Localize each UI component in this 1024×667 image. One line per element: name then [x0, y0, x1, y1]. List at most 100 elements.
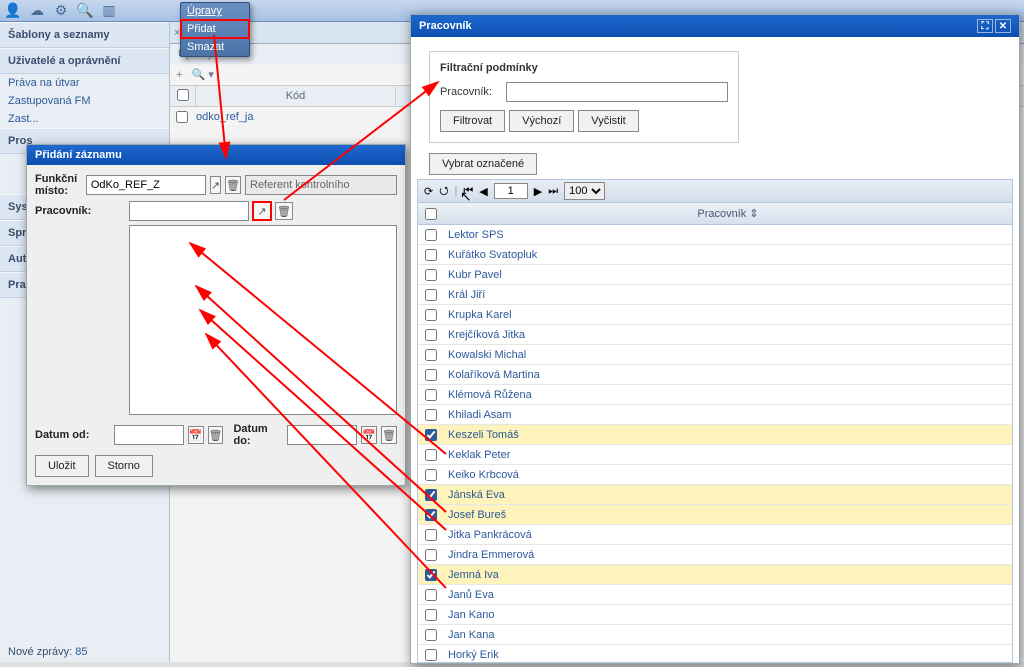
table-row[interactable]: Jánská Eva	[418, 485, 1012, 505]
refresh-icon[interactable]: ⟳	[424, 185, 433, 198]
table-row[interactable]: Krejčíková Jitka	[418, 325, 1012, 345]
table-row[interactable]: Khiladi Asam	[418, 405, 1012, 425]
row-checkbox[interactable]	[425, 589, 437, 601]
first-page-icon[interactable]: ⏮	[463, 185, 473, 198]
table-row[interactable]: Jan Kano	[418, 605, 1012, 625]
clear-pracovnik-icon[interactable]: 🗑	[275, 202, 293, 220]
btn-vychozi[interactable]: Výchozí	[509, 110, 574, 132]
row-checkbox[interactable]	[425, 529, 437, 541]
row-name[interactable]: Keiko Krbcová	[444, 469, 1012, 481]
sidebar-item-prava[interactable]: Práva na útvar	[0, 74, 169, 92]
row-checkbox[interactable]	[425, 429, 437, 441]
row-name[interactable]: Jitka Pankrácová	[444, 529, 1012, 541]
menu-item-smazat[interactable]: Smazat	[181, 38, 249, 56]
filter-input-pracovnik[interactable]	[506, 82, 728, 102]
row-checkbox[interactable]	[425, 549, 437, 561]
add-record-titlebar[interactable]: Přidání záznamu	[27, 145, 405, 165]
row-checkbox[interactable]	[425, 269, 437, 281]
menu-icon[interactable]: ▥	[100, 2, 118, 20]
reload-icon[interactable]: ⭯	[439, 182, 448, 201]
btn-vycistit[interactable]: Vyčistit	[578, 110, 638, 132]
row-checkbox[interactable]	[425, 509, 437, 521]
row-checkbox[interactable]	[425, 569, 437, 581]
folder-icon[interactable]: ☁	[28, 2, 46, 20]
row-checkbox[interactable]	[425, 449, 437, 461]
last-page-icon[interactable]: ⏭	[548, 185, 558, 198]
row-name[interactable]: Keszeli Tomáš	[444, 429, 1012, 441]
prev-page-icon[interactable]: ◀	[479, 185, 487, 198]
row-name[interactable]: Jan Kano	[444, 609, 1012, 621]
bg-row-checkbox[interactable]	[176, 111, 188, 123]
search-icon[interactable]: 🔍	[76, 2, 94, 20]
col-pracovnik[interactable]: Pracovník ⇕	[444, 207, 1012, 220]
row-name[interactable]: Krejčíková Jitka	[444, 329, 1012, 341]
calendar-datum-od-icon[interactable]: 📅	[188, 426, 204, 444]
row-checkbox[interactable]	[425, 229, 437, 241]
row-checkbox[interactable]	[425, 289, 437, 301]
row-checkbox[interactable]	[425, 249, 437, 261]
row-name[interactable]: Kolaříková Martina	[444, 369, 1012, 381]
btn-vybrat-oznacene[interactable]: Vybrat označené	[429, 153, 537, 175]
table-row[interactable]: Jindra Emmerová	[418, 545, 1012, 565]
row-name[interactable]: Janů Eva	[444, 589, 1012, 601]
sidebar-group-users[interactable]: Uživatelé a oprávnění	[0, 48, 169, 74]
maximize-icon[interactable]: ⛶	[977, 19, 993, 33]
row-checkbox[interactable]	[425, 349, 437, 361]
row-checkbox[interactable]	[425, 329, 437, 341]
sidebar-item-zastfm[interactable]: Zastupovaná FM	[0, 92, 169, 110]
row-name[interactable]: Josef Bureš	[444, 509, 1012, 521]
table-row[interactable]: Kowalski Michal	[418, 345, 1012, 365]
input-pracovnik[interactable]	[129, 201, 249, 221]
table-row[interactable]: Krupka Karel	[418, 305, 1012, 325]
table-row[interactable]: Jemná Iva	[418, 565, 1012, 585]
grid-header-checkbox[interactable]	[425, 208, 437, 220]
table-row[interactable]: Jan Kana	[418, 625, 1012, 645]
row-name[interactable]: Jindra Emmerová	[444, 549, 1012, 561]
user-icon[interactable]: 👤	[4, 2, 22, 20]
clear-funkcni-misto-icon[interactable]: 🗑	[225, 176, 241, 194]
table-row[interactable]: Kubr Pavel	[418, 265, 1012, 285]
grid-body[interactable]: Lektor SPS Kuřátko SvatoplukKubr Pavel Krá…	[418, 225, 1012, 662]
table-row[interactable]: Horký Erik	[418, 645, 1012, 662]
row-checkbox[interactable]	[425, 389, 437, 401]
table-row[interactable]: Jitka Pankrácová	[418, 525, 1012, 545]
sidebar-group-templates[interactable]: Šablony a seznamy	[0, 22, 169, 48]
input-datum-do[interactable]	[287, 425, 357, 445]
row-name[interactable]: Krupka Karel	[444, 309, 1012, 321]
table-row[interactable]: Klémová Růžena	[418, 385, 1012, 405]
pracovnik-listbox[interactable]	[129, 225, 397, 415]
gear-icon[interactable]: ⚙	[52, 2, 70, 20]
row-name[interactable]: Klémová Růžena	[444, 389, 1012, 401]
page-input[interactable]	[494, 183, 528, 199]
close-icon[interactable]: ✕	[995, 19, 1011, 33]
pracovnik-titlebar[interactable]: Pracovník ⛶ ✕	[411, 15, 1019, 37]
row-name[interactable]: Jemná Iva	[444, 569, 1012, 581]
row-checkbox[interactable]	[425, 369, 437, 381]
next-page-icon[interactable]: ▶	[534, 185, 542, 198]
row-checkbox[interactable]	[425, 409, 437, 421]
table-row[interactable]: Král Jiří	[418, 285, 1012, 305]
clear-datum-do-icon[interactable]: 🗑	[381, 426, 397, 444]
page-size-select[interactable]: 100	[564, 182, 605, 200]
sidebar-item-zast[interactable]: Zast...	[0, 110, 169, 128]
table-row[interactable]: Josef Bureš	[418, 505, 1012, 525]
btn-filtrovat[interactable]: Filtrovat	[440, 110, 505, 132]
row-checkbox[interactable]	[425, 469, 437, 481]
input-datum-od[interactable]	[114, 425, 184, 445]
menu-item-pridat[interactable]: Přidat	[181, 20, 249, 38]
save-button[interactable]: Uložit	[35, 455, 89, 477]
input-funkcni-misto[interactable]	[86, 175, 206, 195]
row-name[interactable]: Jánská Eva	[444, 489, 1012, 501]
table-row[interactable]: Kuřátko Svatopluk	[418, 245, 1012, 265]
row-name[interactable]: Keklak Peter	[444, 449, 1012, 461]
picker-funkcni-misto-icon[interactable]: ↗	[210, 176, 221, 194]
row-name[interactable]: Lektor SPS	[444, 229, 1012, 241]
calendar-datum-do-icon[interactable]: 📅	[361, 426, 377, 444]
table-row[interactable]: Keklak Peter	[418, 445, 1012, 465]
row-checkbox[interactable]	[425, 609, 437, 621]
clear-datum-od-icon[interactable]: 🗑	[208, 426, 224, 444]
row-name[interactable]: Kowalski Michal	[444, 349, 1012, 361]
row-name[interactable]: Král Jiří	[444, 289, 1012, 301]
table-row[interactable]: Janů Eva	[418, 585, 1012, 605]
row-checkbox[interactable]	[425, 489, 437, 501]
